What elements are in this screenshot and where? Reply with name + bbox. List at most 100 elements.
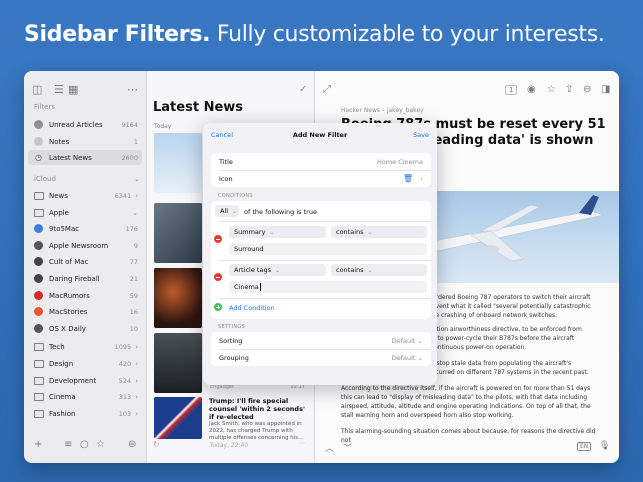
folder-icon [33, 341, 44, 352]
sidebar-item-label: Design [49, 359, 74, 368]
sidebar-item-label: Cinema [49, 392, 76, 401]
icon-row[interactable]: Icon 🗑 › [211, 170, 431, 187]
sidebar-item-count: 313 [118, 392, 132, 401]
settings-header: SETTINGS [218, 324, 246, 330]
sorting-value-text: Default [391, 337, 416, 345]
filter-basics-group: Title Home Cinema Icon 🗑 › [211, 153, 431, 187]
condition-value-input[interactable]: Cinema [229, 281, 427, 293]
mark-all-read-icon[interactable]: ✓ [299, 84, 307, 95]
grid-view-icon[interactable]: ▦ [68, 83, 78, 96]
add-condition-icon[interactable] [214, 303, 222, 311]
app-window: ••• ◫ ☰ ▦ ⋯ Filters Unread Articles 9164… [24, 71, 619, 463]
icon-label: Icon [219, 175, 233, 183]
sorting-row[interactable]: Sorting Default ⌄ [211, 332, 431, 349]
match-select[interactable]: All ⌄ [215, 205, 239, 217]
star-icon[interactable]: ☆ [547, 84, 556, 95]
condition-operator-select[interactable]: contains ⌄ [331, 264, 427, 276]
list-icon[interactable]: ≡ [64, 439, 72, 450]
page-badge-icon[interactable]: 1 [505, 85, 518, 95]
sidebar-item-latest-news[interactable]: ◷ Latest News 2600 [28, 150, 142, 165]
save-button[interactable]: Save [413, 131, 429, 139]
condition-field-select[interactable]: Article tags ⌄ [229, 264, 326, 276]
sidebar-item-count: 77 [129, 257, 138, 266]
article-thumbnail [154, 397, 202, 439]
mark-read-icon[interactable]: ⊜ [128, 439, 136, 450]
folder-icon [33, 358, 44, 369]
chevron-right-icon: › [420, 175, 423, 183]
sidebar-item-label: Daring Fireball [49, 274, 100, 283]
sidebar-item-apple[interactable]: Apple ⌄ [28, 205, 142, 220]
circle-icon[interactable]: ○ [80, 439, 89, 450]
condition-operator-select[interactable]: contains ⌄ [331, 226, 427, 238]
chevron-up-icon[interactable]: ︿ [325, 441, 334, 454]
sidebar-item-count: 176 [125, 224, 138, 233]
sidebar-item-macstories[interactable]: MacStories 16 [28, 304, 142, 319]
remove-condition-icon[interactable] [214, 273, 222, 281]
title-field[interactable]: Title Home Cinema [211, 153, 431, 170]
star-icon[interactable]: ☆ [96, 439, 105, 450]
filters-section-header[interactable]: Filters [34, 103, 144, 111]
sidebar-item-unread[interactable]: Unread Articles 9164 [28, 117, 142, 132]
condition-field-select[interactable]: Summary ⌄ [229, 226, 326, 238]
sidebar-item-macrumors[interactable]: MacRumors 59 [28, 288, 142, 303]
sidebar-item-count: 59 [129, 291, 138, 300]
sidebar-item-label: MacRumors [49, 291, 90, 300]
sidebar-item-tech[interactable]: Tech 1095 › [28, 339, 142, 354]
condition-operator: contains [336, 228, 364, 236]
more-icon[interactable]: ⋯ [299, 440, 305, 447]
sidebar-item-label: Apple [49, 208, 69, 217]
add-icon[interactable]: + [34, 439, 42, 450]
add-condition-button[interactable]: Add Condition [229, 304, 275, 312]
sidebar-item-os-x-daily[interactable]: OS X Daily 10 [28, 321, 142, 336]
more-icon[interactable]: ⊖ [583, 84, 591, 95]
article-thumbnail[interactable] [154, 268, 202, 328]
unread-toggle-icon[interactable]: ◉ [527, 84, 536, 95]
sidebar-item-design[interactable]: Design 420 › [28, 356, 142, 371]
language-badge[interactable]: EN [577, 442, 592, 451]
sidebar-bottom-bar: + ≡ ○ ☆ ⊜ [32, 439, 142, 453]
grouping-row[interactable]: Grouping Default ⌄ [211, 349, 431, 366]
sidebar-item-9to5mac[interactable]: 9to5Mac 176 [28, 221, 142, 236]
refresh-icon[interactable]: ↻ [153, 440, 160, 449]
article-thumbnail[interactable] [154, 333, 202, 393]
sidebar-item-cinema[interactable]: Cinema 313 › [28, 389, 142, 404]
remove-condition-icon[interactable] [214, 235, 222, 243]
match-value: All [220, 207, 229, 215]
list-view-icon[interactable]: ☰ [54, 83, 64, 96]
sidebar-item-label: Latest News [49, 153, 92, 162]
section-date: Today [154, 123, 172, 130]
sorting-label: Sorting [219, 337, 243, 345]
sidebar-item-daring-fireball[interactable]: Daring Fireball 21 [28, 271, 142, 286]
share-icon[interactable]: ⇪ [565, 84, 573, 95]
microphone-icon[interactable]: 🎙 [599, 441, 610, 451]
news-list-footer: ↻ Today, 22:40 ⋯ [153, 440, 313, 449]
folder-icon [33, 207, 44, 218]
chevron-down-icon: ⌄ [367, 267, 373, 274]
sidebar-item-label: Tech [49, 342, 65, 351]
sidebar-item-label: Fashion [49, 409, 76, 418]
feed-icon [33, 256, 44, 267]
article-thumbnail[interactable] [154, 203, 202, 263]
more-icon[interactable]: ⋯ [127, 83, 138, 96]
chevron-down-icon[interactable]: ﹀ [343, 441, 352, 454]
sidebar-item-development[interactable]: Development 524 › [28, 373, 142, 388]
conditions-header: CONDITIONS [218, 193, 253, 199]
sidebar-item-label: Apple Newsroom [49, 241, 109, 250]
sidebar-item-fashion[interactable]: Fashion 103 › [28, 406, 142, 421]
article-source: Hacker News – jakey_bakey [341, 107, 424, 114]
condition-value-input[interactable]: Surround [229, 243, 427, 255]
chevron-down-icon: ⌄ [274, 267, 280, 274]
sidebar-item-count: 21 [129, 274, 138, 283]
sidebar-item-cult-of-mac[interactable]: Cult of Mac 77 [28, 254, 142, 269]
sidebar-toggle-icon[interactable]: ◫ [32, 83, 42, 96]
expand-icon[interactable]: ⤢ [323, 84, 331, 95]
chevron-down-icon: ⌄ [134, 175, 140, 183]
icloud-section-header[interactable]: iCloud ⌄ [34, 175, 144, 183]
reader-panel-icon[interactable]: ◨ [601, 84, 610, 95]
article-thumbnail[interactable] [154, 133, 202, 193]
sidebar-item-notes[interactable]: Notes 1 [28, 134, 142, 149]
sidebar-item-count: 1 [133, 137, 138, 146]
sidebar-item-apple-newsroom[interactable]: Apple Newsroom 9 [28, 238, 142, 253]
sidebar: ◫ ☰ ▦ ⋯ Filters Unread Articles 9164 Not… [24, 71, 147, 463]
sidebar-item-news[interactable]: News 6341 › [28, 188, 142, 203]
